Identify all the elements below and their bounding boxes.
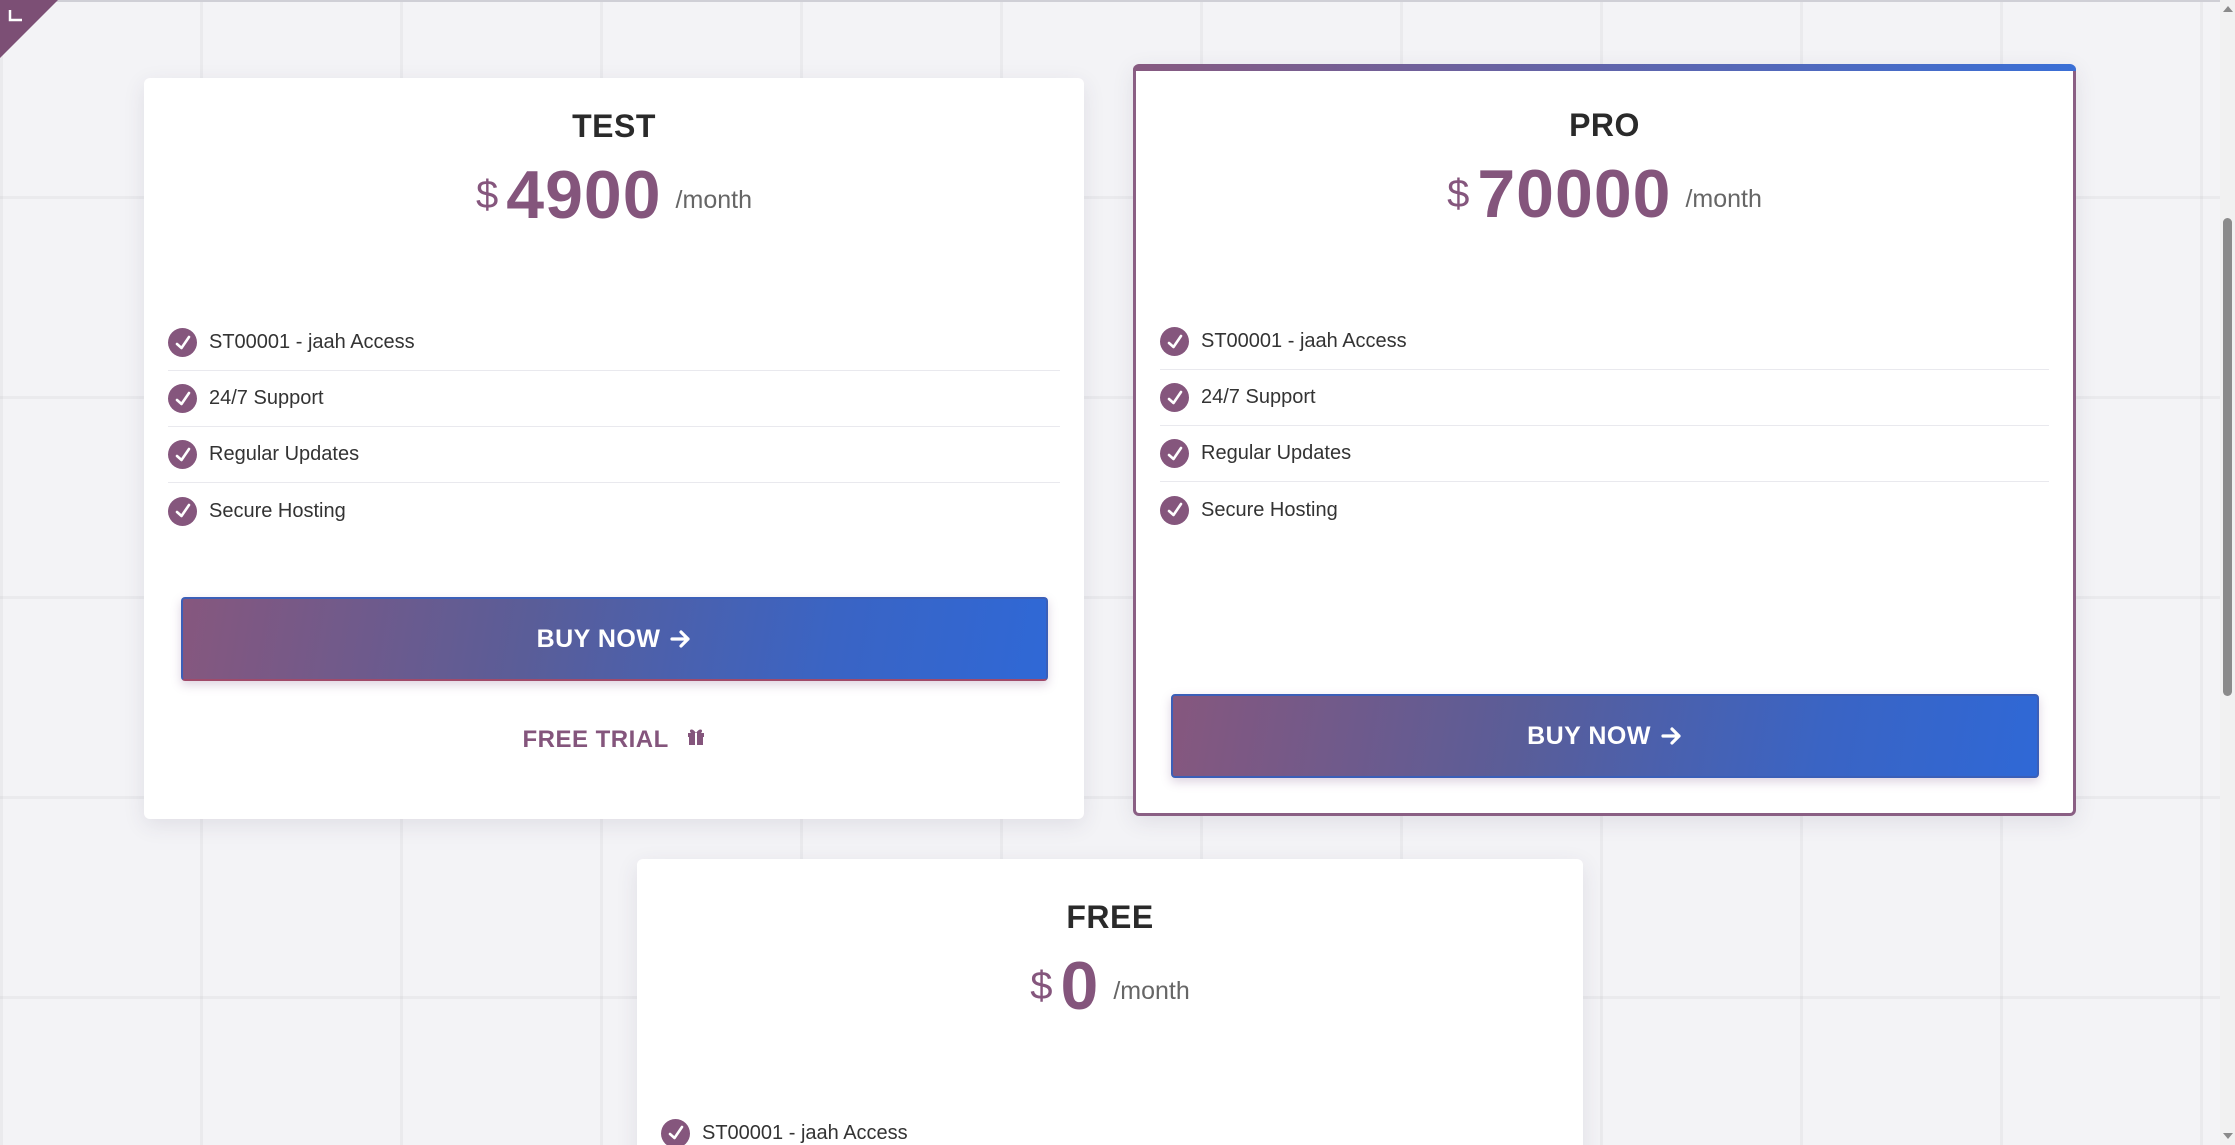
feature-item: ST00001 - jaah Access <box>661 1105 1559 1145</box>
feature-label: 24/7 Support <box>209 387 324 409</box>
currency-symbol: $ <box>1030 964 1053 1008</box>
arrow-right-icon <box>1661 727 1681 745</box>
corner-badge[interactable] <box>0 0 58 58</box>
feature-label: Regular Updates <box>209 443 360 465</box>
feature-label: Secure Hosting <box>1201 498 1338 521</box>
price-period: /month <box>1685 185 1762 213</box>
gift-icon <box>687 729 704 745</box>
price-row: $0/month <box>637 947 1583 1025</box>
check-circle-icon <box>1160 495 1189 525</box>
free-trial-label: FREE TRIAL <box>522 726 669 753</box>
feature-item: Secure Hosting <box>168 483 1060 539</box>
feature-label: ST00001 - jaah Access <box>1201 330 1407 352</box>
feature-item: Secure Hosting <box>1160 482 2049 538</box>
feature-item: Regular Updates <box>1160 426 2049 482</box>
currency-symbol: $ <box>476 173 499 217</box>
check-circle-icon <box>168 496 197 526</box>
buy-now-button[interactable]: BUY NOW <box>181 597 1048 681</box>
buy-now-label: BUY NOW <box>536 624 661 653</box>
price-period: /month <box>1113 977 1190 1005</box>
feature-list: ST00001 - jaah Access 24/7 Support Regul… <box>1160 314 2049 538</box>
feature-label: ST00001 - jaah Access <box>702 1121 908 1144</box>
feature-list: ST00001 - jaah Access 24/7 Support Regul… <box>168 315 1060 539</box>
check-circle-icon <box>168 384 197 413</box>
price-amount: 70000 <box>1477 156 1672 232</box>
check-circle-icon <box>661 1118 690 1145</box>
feature-item: ST00001 - jaah Access <box>168 315 1060 371</box>
corner-bracket-icon <box>8 10 22 22</box>
plan-name: FREE <box>1066 899 1154 935</box>
plan-card-free: FREE $0/month ST00001 - jaah Access <box>637 859 1583 1145</box>
plan-card-test: TEST $4900/month ST00001 - jaah Access 2… <box>144 78 1084 819</box>
feature-label: 24/7 Support <box>1201 386 1316 408</box>
feature-item: Regular Updates <box>168 427 1060 483</box>
price-row: $4900/month <box>144 156 1084 234</box>
scroll-up-icon[interactable] <box>2223 6 2233 12</box>
price-row: $70000/month <box>1136 155 2073 233</box>
feature-item: 24/7 Support <box>168 371 1060 427</box>
price-period: /month <box>675 186 752 214</box>
plan-name: TEST <box>572 108 656 144</box>
feature-label: ST00001 - jaah Access <box>209 331 415 353</box>
scrollbar-thumb[interactable] <box>2223 218 2232 696</box>
check-circle-icon <box>1160 383 1189 412</box>
price-amount: 0 <box>1060 948 1100 1024</box>
feature-item: ST00001 - jaah Access <box>1160 314 2049 370</box>
plan-card-pro: PRO $70000/month ST00001 - jaah Access 2… <box>1133 64 2076 816</box>
buy-now-label: BUY NOW <box>1527 721 1651 750</box>
price-amount: 4900 <box>506 157 662 233</box>
check-circle-icon <box>1160 327 1189 356</box>
page-top-border <box>0 0 2220 2</box>
feature-item: 24/7 Support <box>1160 370 2049 426</box>
check-circle-icon <box>168 328 197 357</box>
free-trial-link[interactable]: FREE TRIAL <box>144 726 1084 754</box>
feature-label: Regular Updates <box>1201 442 1352 464</box>
buy-now-button[interactable]: BUY NOW <box>1171 694 2039 778</box>
currency-symbol: $ <box>1447 172 1470 216</box>
scroll-down-icon[interactable] <box>2223 1133 2233 1139</box>
plan-name: PRO <box>1569 107 1640 143</box>
feature-label: Secure Hosting <box>209 499 346 522</box>
vertical-scrollbar[interactable] <box>2220 0 2235 1145</box>
check-circle-icon <box>1160 439 1189 468</box>
check-circle-icon <box>168 440 197 469</box>
arrow-right-icon <box>670 630 691 648</box>
feature-list: ST00001 - jaah Access <box>661 1105 1559 1145</box>
